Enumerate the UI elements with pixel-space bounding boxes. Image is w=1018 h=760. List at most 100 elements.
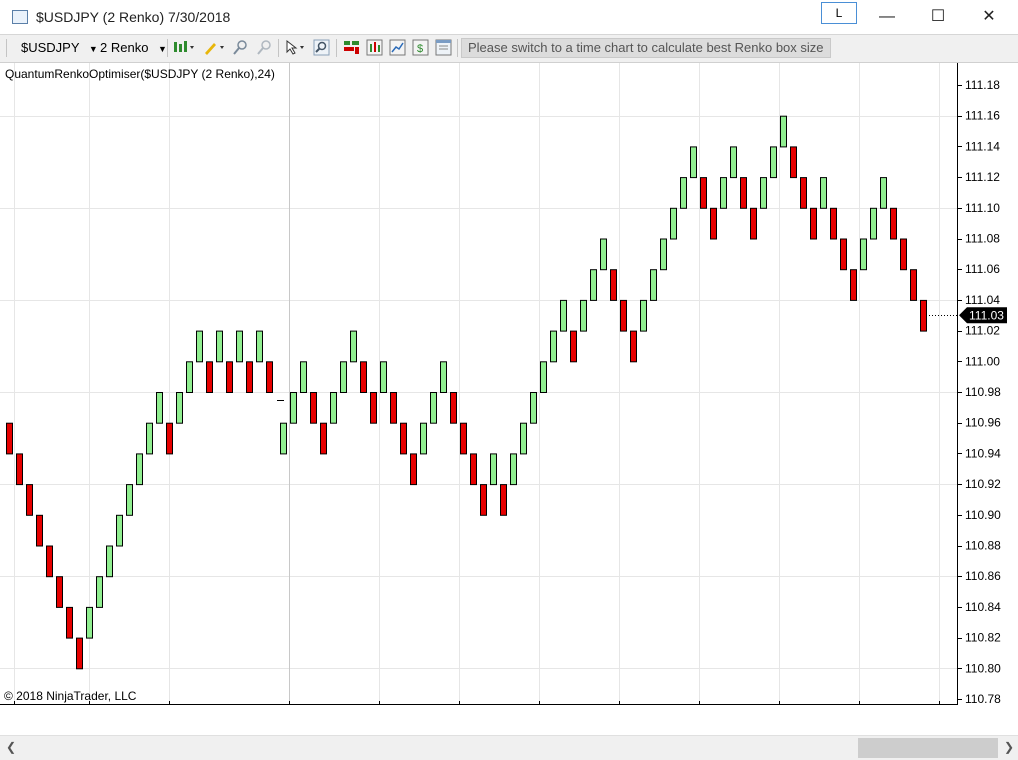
up-brick [146,422,153,455]
down-brick [450,392,457,424]
price-marker-icon[interactable]: $ [412,39,429,56]
down-brick [46,545,53,578]
price-chart[interactable]: 0:3601:0202:107/3006:5208:1508:5109:0410… [0,63,958,705]
toolbar-divider [278,39,279,57]
up-brick [590,269,597,301]
price-axis-label: 111.12 [965,170,1000,184]
bar-style-icon-graphic [174,41,194,52]
scroll-left-icon[interactable]: ❮ [6,740,16,754]
price-axis-label: 111.00 [965,354,1000,368]
up-brick [660,238,667,271]
bar-style-icon[interactable] [173,39,194,56]
chevron-down-icon: ▼ [158,44,167,54]
price-axis[interactable]: 111.18 111.16 111.14 111.12 111.10 111.08 111.… [957,63,1018,705]
scroll-right-icon[interactable]: ❯ [1004,740,1014,754]
up-brick [600,238,607,271]
minimize-button[interactable]: — [864,2,910,32]
up-brick [540,361,547,393]
price-marker-graphic: $ [412,39,429,56]
pointer-icon[interactable] [285,39,304,56]
up-brick [560,299,567,332]
price-axis-label: 110.78 [965,692,1001,705]
down-brick [840,238,847,271]
up-brick [300,361,307,393]
indicators-icon[interactable] [366,39,383,56]
up-brick [350,330,357,363]
down-brick [360,361,367,393]
up-brick [186,361,193,393]
price-axis-label: 111.02 [965,324,1000,338]
link-button[interactable]: L [821,2,857,24]
price-axis-labels: 111.18 111.16 111.14 111.12 111.10 111.08 111.… [958,78,1001,705]
down-brick [56,576,63,608]
search-icon[interactable] [313,39,330,56]
up-brick [330,392,337,424]
down-brick [620,299,627,332]
instrument-label: $USDJPY [21,40,80,55]
up-brick [870,207,877,240]
maximize-button[interactable]: ☐ [915,2,961,32]
up-brick [236,330,243,363]
price-axis-label: 110.94 [965,446,1001,460]
up-brick [106,545,113,578]
toolbar-divider [336,39,337,57]
up-brick [530,392,537,424]
chart-properties-icon[interactable] [389,39,406,56]
data-box-icon[interactable] [435,39,452,56]
up-brick [96,576,103,608]
up-brick [510,453,517,486]
price-axis-label: 111.14 [965,139,1000,153]
chart-properties-graphic [389,39,406,56]
zoom-out-icon[interactable] [256,39,272,56]
horizontal-scrollbar[interactable]: ❮ ❯ [0,735,1018,760]
up-brick [820,177,827,209]
up-brick [420,422,427,455]
zoom-out-graphic [257,40,271,55]
up-brick [720,177,727,209]
toolbar-divider [167,39,168,57]
last-price-label: 111.03 [969,308,1004,322]
up-brick [126,484,133,516]
price-axis-label: 110.80 [965,661,1001,675]
down-brick [850,269,857,301]
strategies-icon[interactable] [343,39,359,56]
indicators-graphic [366,39,383,56]
last-price-marker: 111.03 [959,307,1007,324]
price-axis-label: 110.84 [965,600,1001,614]
interval-selector[interactable]: 2 Renko ▼ [100,39,167,57]
close-button[interactable]: ✕ [966,2,1012,32]
down-brick [6,422,13,455]
down-brick [36,514,43,547]
up-brick [880,177,887,209]
up-brick [156,392,163,424]
down-brick [16,453,23,486]
toolbar-grip [6,39,7,57]
down-brick [800,177,807,209]
pointer-graphic [286,39,304,55]
down-brick [920,299,927,332]
data-box-graphic [435,39,452,56]
window-title: $USDJPY (2 Renko) 7/30/2018 [36,9,231,25]
down-brick [310,392,317,424]
up-brick [670,207,677,240]
up-brick [196,330,203,363]
drawing-pencil-icon[interactable] [203,39,224,56]
up-brick [430,392,437,424]
scrollbar-thumb[interactable] [858,738,998,758]
up-brick [760,177,767,209]
price-axis-label: 111.16 [965,109,1000,123]
search-graphic [313,39,330,56]
instrument-selector[interactable]: $USDJPY ▼ [21,39,98,57]
zoom-in-icon[interactable] [232,39,248,56]
up-brick [136,453,143,486]
price-axis-label: 111.04 [965,293,1000,307]
up-brick [520,422,527,455]
price-axis-label: 110.88 [965,539,1001,553]
down-brick [790,146,797,179]
down-brick [610,269,617,301]
down-brick [700,177,707,209]
up-brick [290,392,297,424]
up-brick [640,299,647,332]
price-axis-label: 111.18 [965,78,1000,92]
price-axis-label: 110.98 [965,385,1001,399]
